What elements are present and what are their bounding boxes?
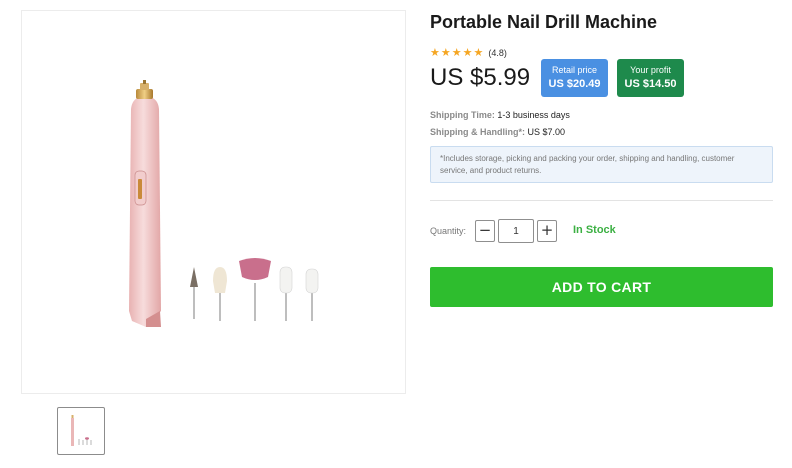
rating-stars: ★ ★ ★ ★ ★ bbox=[430, 47, 483, 58]
product-rating: ★ ★ ★ ★ ★ (4.8) bbox=[430, 47, 507, 58]
divider bbox=[430, 200, 773, 201]
shipping-time: Shipping Time: 1-3 business days bbox=[430, 110, 570, 120]
retail-price-label: Retail price bbox=[551, 65, 598, 75]
star-icon: ★ bbox=[440, 46, 451, 59]
product-thumbnail[interactable] bbox=[57, 407, 105, 455]
profit-value: US $14.50 bbox=[624, 78, 677, 90]
product-price: US $5.99 bbox=[430, 64, 531, 91]
star-icon: ★ bbox=[462, 46, 473, 59]
rating-value: (4.8) bbox=[488, 47, 507, 58]
nail-drill-photo bbox=[129, 80, 319, 327]
profit-badge: Your profit US $14.50 bbox=[617, 59, 684, 97]
quantity-decrease-button[interactable]: − bbox=[475, 220, 495, 242]
add-to-cart-button[interactable]: ADD TO CART bbox=[430, 267, 773, 307]
product-title: Portable Nail Drill Machine bbox=[430, 12, 658, 32]
shipping-handling-label: Shipping & Handling*: bbox=[430, 127, 525, 137]
quantity-input[interactable] bbox=[498, 219, 534, 243]
profit-label: Your profit bbox=[630, 65, 671, 75]
star-icon: ★ bbox=[473, 46, 484, 59]
shipping-time-value: 1-3 business days bbox=[497, 110, 570, 120]
quantity-increase-button[interactable]: + bbox=[537, 220, 557, 242]
thumbnail-photo bbox=[71, 415, 92, 446]
quantity-label: Quantity: bbox=[430, 226, 467, 236]
retail-price-badge: Retail price US $20.49 bbox=[541, 59, 608, 97]
product-main-image[interactable] bbox=[21, 10, 406, 394]
stock-status: In Stock bbox=[573, 224, 616, 236]
star-icon: ★ bbox=[451, 46, 462, 59]
retail-price-value: US $20.49 bbox=[548, 78, 601, 90]
shipping-time-label: Shipping Time: bbox=[430, 110, 495, 120]
star-icon: ★ bbox=[430, 46, 440, 59]
shipping-handling-value: US $7.00 bbox=[527, 127, 566, 137]
shipping-note: *Includes storage, picking and packing y… bbox=[430, 146, 773, 183]
shipping-handling: Shipping & Handling*: US $7.00 bbox=[430, 127, 565, 137]
